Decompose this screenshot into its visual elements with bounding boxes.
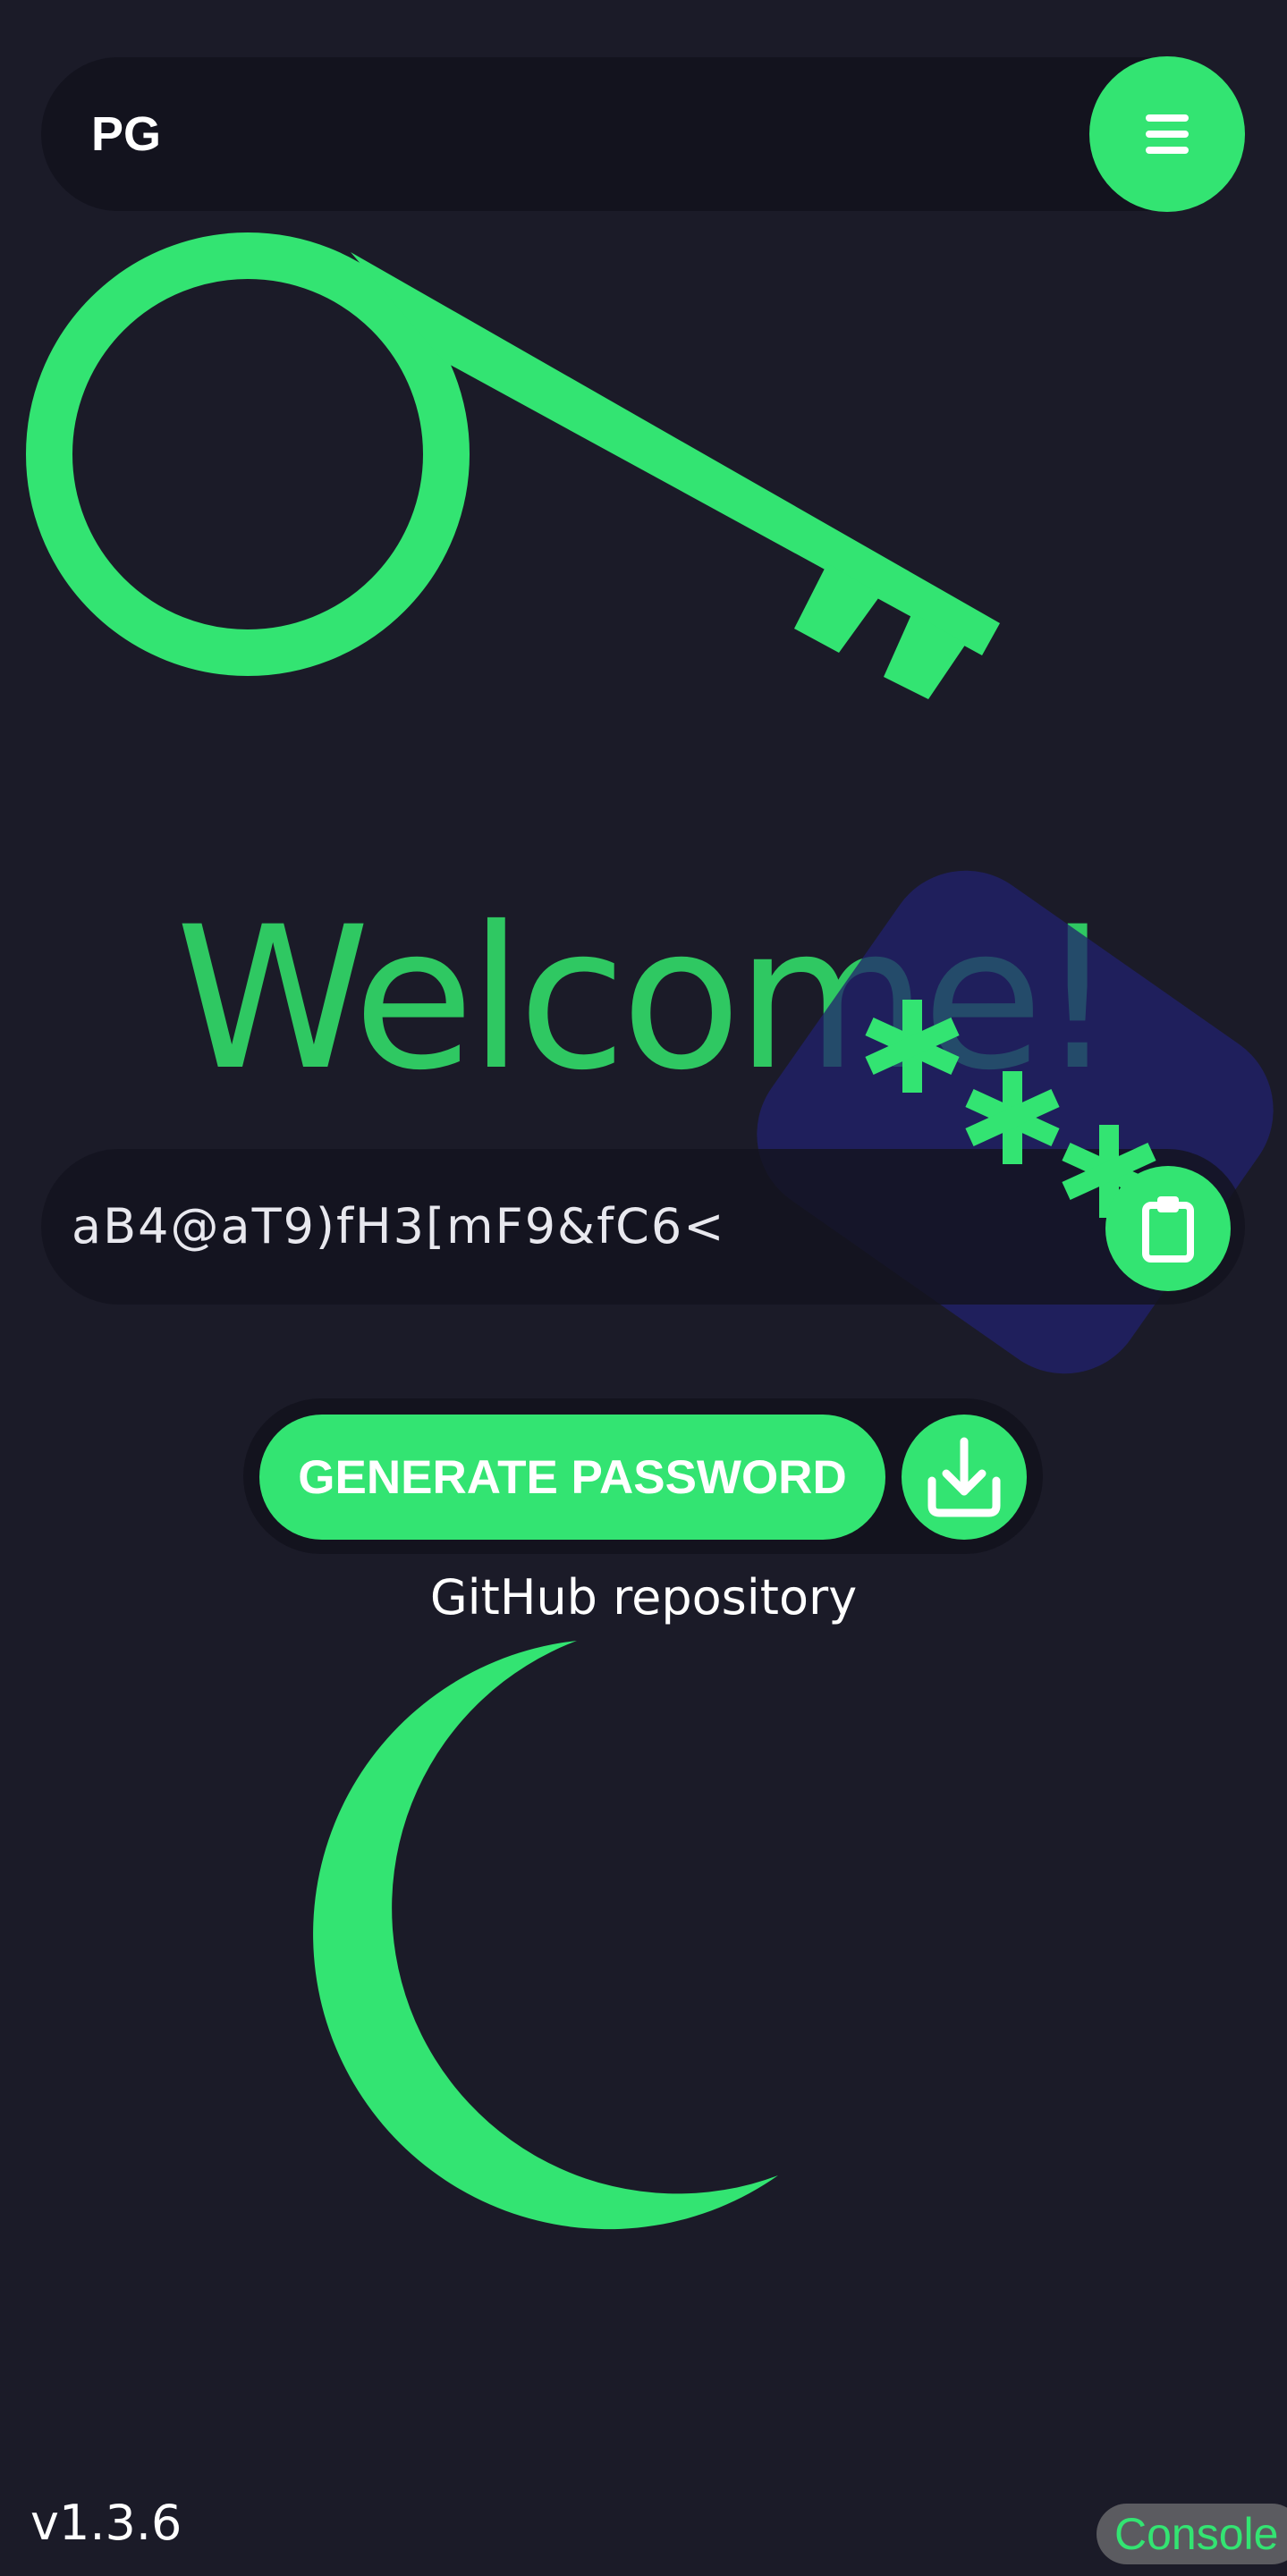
app-logo[interactable]: PG	[91, 57, 161, 211]
generate-password-button[interactable]: GENERATE PASSWORD	[259, 1415, 885, 1540]
top-navigation-bar: PG	[41, 57, 1222, 211]
hamburger-menu-icon	[1146, 114, 1189, 154]
console-button[interactable]: Console	[1096, 2504, 1287, 2564]
menu-button[interactable]	[1089, 56, 1245, 212]
app-version: v1.3.6	[30, 2495, 182, 2551]
download-icon	[927, 1437, 1001, 1517]
download-password-button[interactable]	[902, 1415, 1027, 1540]
github-repository-link[interactable]: GitHub repository	[0, 1569, 1287, 1626]
key-icon	[26, 232, 1000, 699]
clipboard-icon	[1142, 1196, 1194, 1263]
password-value[interactable]: aB4@aT9)fH3[mF9&fC6<	[72, 1149, 725, 1305]
moon-icon[interactable]	[304, 1636, 787, 2244]
copy-password-button[interactable]	[1105, 1166, 1231, 1291]
